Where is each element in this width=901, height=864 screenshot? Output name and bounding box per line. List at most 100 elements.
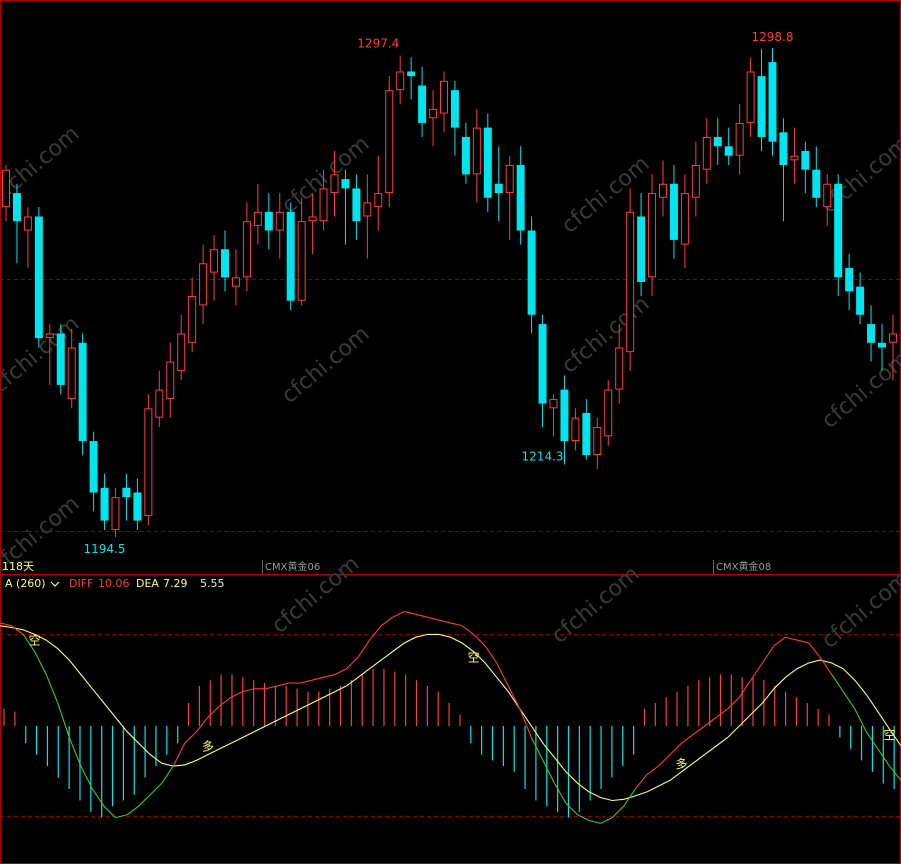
candle-body [888, 333, 897, 343]
candle-body [188, 296, 197, 343]
diff-line-segment [230, 691, 243, 698]
diff-line-segment [138, 794, 151, 807]
diff-label: DIFF [69, 577, 93, 590]
candlestick-series [2, 48, 897, 537]
candle-body [133, 492, 142, 521]
diff-line-segment [300, 679, 313, 684]
diff-line-segment [542, 760, 555, 784]
diff-line-segment [611, 805, 625, 819]
candle-body [735, 122, 744, 156]
diff-line-segment [369, 625, 382, 641]
candle-body [100, 487, 109, 521]
indicator-selector[interactable]: A (260) [5, 577, 46, 590]
candle-body [210, 249, 219, 273]
candle-body [779, 132, 788, 166]
diff-line-segment [738, 679, 752, 698]
diff-line-segment [334, 668, 347, 675]
signal-marker: 空 [883, 728, 895, 742]
candle-body [790, 155, 799, 161]
candle-body [724, 146, 733, 156]
candle-body [615, 347, 624, 390]
diff-line-segment [277, 682, 289, 687]
candle-body [571, 417, 580, 442]
diff-line-segment [623, 788, 636, 807]
candle-body [516, 165, 525, 231]
diff-line-segment [704, 716, 717, 727]
signal-marker: 多 [202, 740, 214, 754]
candle-body [264, 211, 273, 231]
candle-body [407, 71, 416, 77]
candle-body [221, 249, 229, 278]
candle-body [330, 174, 339, 194]
diff-line-segment [761, 645, 775, 664]
candle-body [78, 342, 87, 442]
candle-body [286, 211, 295, 301]
candle-body [385, 90, 394, 194]
candle-body [768, 62, 777, 142]
contract-label: CMX黄金08 [716, 560, 771, 573]
candle-body [626, 211, 635, 353]
diff-line-segment [634, 774, 648, 790]
diff-line-segment [727, 696, 740, 710]
diff-line-segment [715, 708, 729, 718]
macd-value: 5.55 [200, 577, 225, 590]
candle-body [527, 230, 536, 315]
diff-line-segment [34, 651, 47, 675]
dea-label: DEA [136, 577, 159, 590]
diff-line-segment [149, 782, 163, 796]
diff-line-segment [311, 676, 324, 681]
diff-line-segment [507, 685, 521, 710]
gold-futures-chart: cfchi.com cfchi.com cfchi.com cfchi.com cfch… [0, 0, 901, 864]
watermark-text: cfchi.com [0, 121, 84, 208]
candle-body [440, 80, 448, 114]
candle-body [67, 347, 76, 399]
candle-body [450, 90, 459, 128]
candle-body [297, 221, 306, 301]
diff-value: 10.06 [98, 577, 130, 590]
watermarks: cfchi.com cfchi.com cfchi.com cfchi.com cfch… [0, 121, 901, 653]
diff-line-segment [692, 725, 705, 736]
diff-line-segment [600, 817, 613, 824]
diff-line-segment [184, 731, 197, 744]
dea-line [0, 625, 901, 802]
signal-marker: 多 [676, 757, 688, 771]
price-annotations: 1297.4 1194.5 1214.3 1298.8 [84, 30, 794, 556]
candle-body [177, 333, 186, 371]
watermark-text: cfchi.com [817, 346, 901, 433]
candle-body [242, 221, 251, 278]
diff-line-segment [242, 688, 255, 693]
price-extreme-label: 1297.4 [357, 37, 399, 51]
candle-body [549, 398, 558, 409]
diff-line-segment [380, 616, 394, 627]
candle-body [691, 165, 700, 198]
candle-body [56, 333, 65, 385]
period-label: 118天 [2, 560, 34, 573]
chevron-down-icon[interactable] [50, 581, 60, 587]
candle-body [231, 277, 240, 287]
diff-line-segment [473, 633, 486, 647]
diff-line-segment [161, 765, 174, 784]
diff-line-segment [796, 639, 809, 644]
diff-line-segment [103, 805, 116, 819]
diff-line-segment [484, 645, 498, 664]
candle-body [845, 267, 854, 292]
candle-body [144, 408, 153, 516]
diff-line-segment [831, 674, 844, 692]
candle-body [308, 216, 317, 222]
diff-line-segment [773, 636, 786, 647]
candle-body [429, 108, 438, 119]
candle-body [472, 127, 481, 175]
candle-body [374, 193, 383, 208]
candle-body [560, 389, 569, 442]
candle-body [637, 216, 646, 282]
watermark-text: cfchi.com [557, 291, 654, 378]
candle-body [122, 487, 131, 498]
diff-line-segment [57, 702, 70, 738]
diff-line-segment [889, 765, 901, 781]
diff-line-segment [346, 656, 359, 670]
diff-line-segment [808, 642, 821, 658]
signal-marker: 空 [29, 633, 41, 647]
candle-body [396, 71, 405, 91]
diff-line-segment [68, 737, 82, 767]
candle-body [352, 188, 361, 222]
